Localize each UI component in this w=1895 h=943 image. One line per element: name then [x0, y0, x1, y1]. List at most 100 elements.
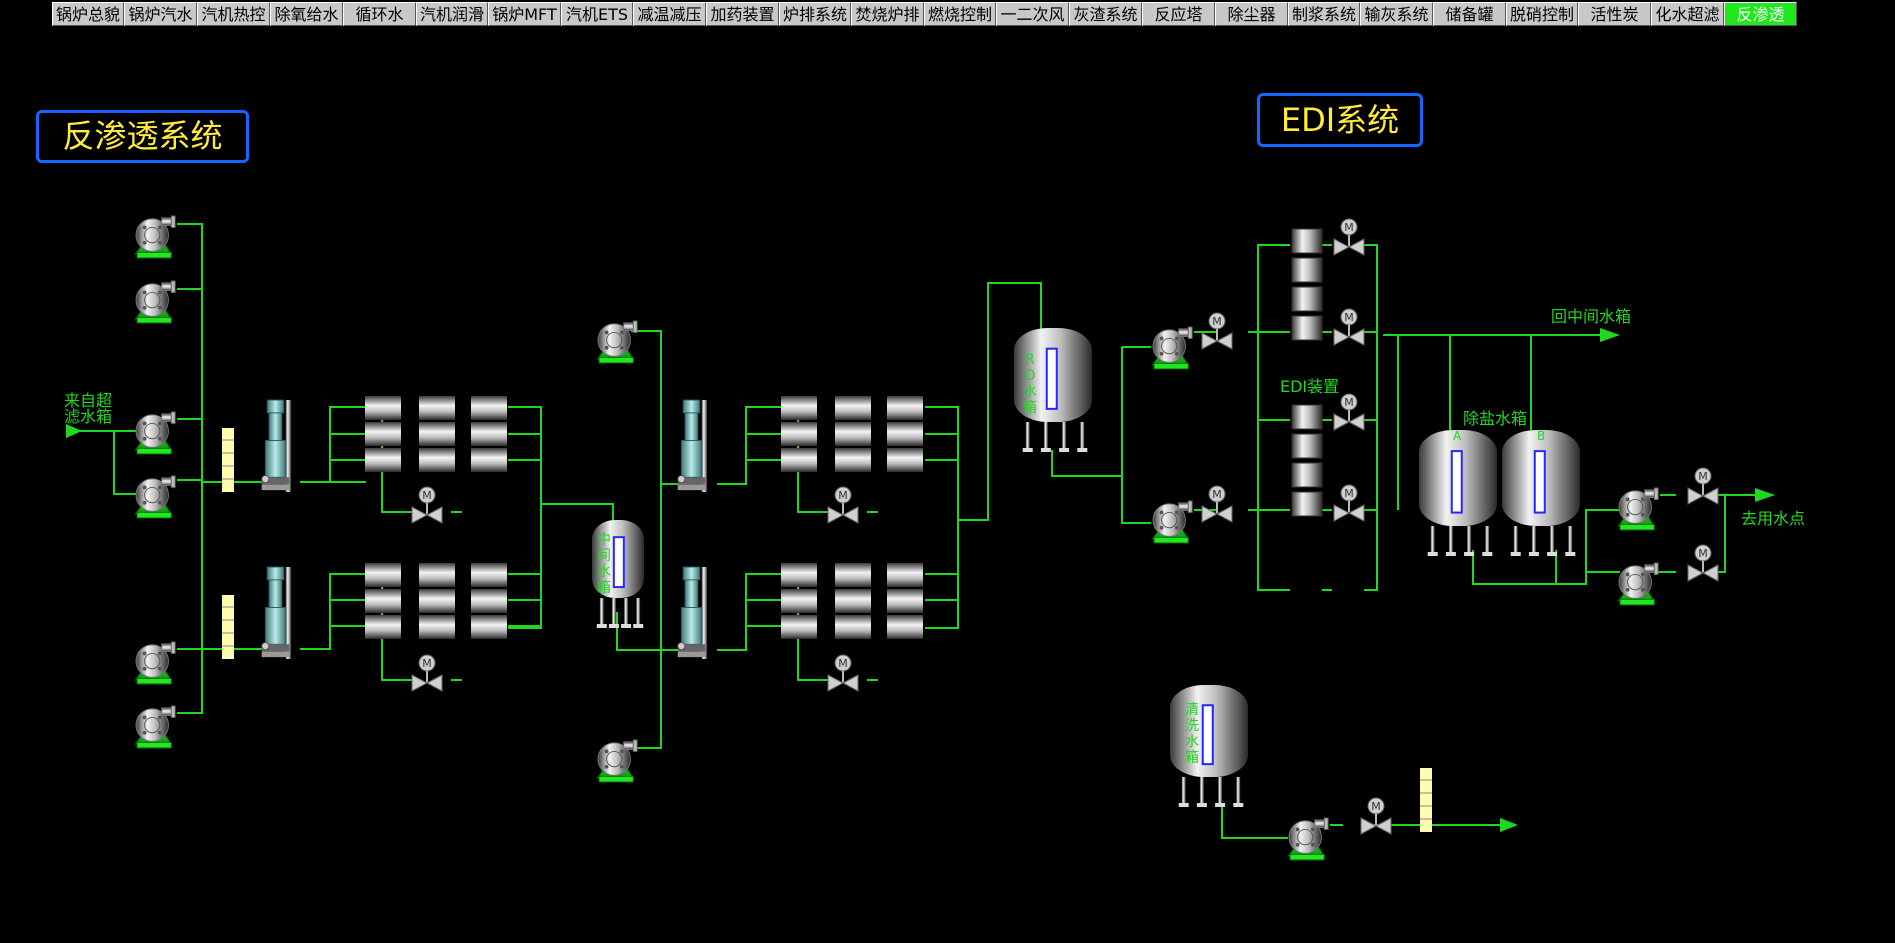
level-gauge — [1450, 450, 1463, 514]
ro-membrane-icon-2-2-0 — [781, 448, 817, 472]
cleaning-water-tank-label-char: 清 — [1185, 702, 1199, 718]
ro-membrane-icon-1-1-2 — [471, 589, 507, 613]
ro-membrane-icon-1-2-2 — [471, 615, 507, 639]
product-pump-icon-2[interactable] — [1287, 817, 1329, 861]
ro-membrane-icon-2-1-0 — [781, 422, 817, 446]
ro-membrane-icon-2-1-2 — [887, 422, 923, 446]
cleaning-water-tank — [1170, 685, 1248, 807]
level-gauge — [1533, 450, 1546, 514]
motor-valve-icon-11[interactable] — [1687, 544, 1719, 582]
ro-membrane-icon-0-2-2 — [471, 448, 507, 472]
edi-module-icon-0-2 — [1291, 286, 1323, 312]
level-gauge — [1201, 704, 1214, 766]
use-point-arrow — [1755, 488, 1775, 502]
edi-module-icon-1-0 — [1291, 404, 1323, 430]
ro-membrane-icon-1-2-1 — [419, 615, 455, 639]
ro-membrane-icon-3-2-1 — [835, 615, 871, 639]
ro-membrane-icon-0-1-0 — [365, 422, 401, 446]
feed-pump-icon-1[interactable] — [134, 280, 176, 324]
cartridge-filter-icon-0 — [221, 427, 235, 493]
desalted-tank-b — [1502, 430, 1580, 556]
motor-valve-icon-1[interactable] — [411, 654, 443, 692]
ro-membrane-icon-2-1-1 — [835, 422, 871, 446]
motor-valve-icon-0[interactable] — [411, 486, 443, 524]
ro-water-tank-label-char: R — [1025, 352, 1035, 368]
motor-valve-icon-5[interactable] — [1201, 485, 1233, 523]
feed-pump-icon-4[interactable] — [134, 641, 176, 685]
ro-membrane-icon-2-0-0 — [781, 396, 817, 420]
edi-device-label: EDI装置 — [1280, 377, 1340, 396]
ro-membrane-icon-1-0-2 — [471, 563, 507, 587]
tank-a-label: A — [1453, 429, 1462, 443]
ro-membrane-icon-3-2-0 — [781, 615, 817, 639]
motor-valve-icon-7[interactable] — [1333, 308, 1365, 346]
intermediate-tank-label-char: 间 — [597, 548, 611, 564]
level-gauge — [1045, 347, 1058, 410]
ro-membrane-icon-0-0-2 — [471, 396, 507, 420]
ro-water-tank-label-char: 水 — [1023, 384, 1037, 400]
high-pressure-pump-icon-1[interactable] — [261, 566, 292, 660]
level-gauge — [612, 536, 625, 589]
cleaning-water-tank-label-char: 洗 — [1185, 718, 1199, 734]
edi-module-icon-0-1 — [1291, 257, 1323, 283]
cleaning-outlet-arrow — [1500, 818, 1518, 832]
ro-membrane-icon-3-1-0 — [781, 589, 817, 613]
edi-module-icon-1-2 — [1291, 462, 1323, 488]
ro-membrane-icon-1-1-0 — [365, 589, 401, 613]
return-arrow — [1600, 328, 1620, 342]
ro-membrane-icon-3-0-0 — [781, 563, 817, 587]
ro-membrane-icon-0-1-1 — [419, 422, 455, 446]
ro-membrane-icon-2-2-2 — [887, 448, 923, 472]
feed-pump-icon-3[interactable] — [134, 475, 176, 519]
ro-water-tank-label-char: O — [1024, 368, 1036, 384]
desalted-tank-a — [1419, 430, 1497, 556]
process-diagram: M — [66, 215, 1775, 861]
feed-pump-icon-0[interactable] — [134, 215, 176, 259]
feed-pump-icon-2[interactable] — [134, 411, 176, 455]
motor-valve-icon-3[interactable] — [827, 654, 859, 692]
ro-membrane-icon-0-0-0 — [365, 396, 401, 420]
return-intermediate-label: 回中间水箱 — [1551, 307, 1632, 326]
ro-membrane-icon-3-2-2 — [887, 615, 923, 639]
edi-module-icon-1-3 — [1291, 491, 1323, 517]
cleaning-water-tank-label-char: 水 — [1185, 734, 1199, 750]
ro-water-tank-label-char: 箱 — [1023, 400, 1037, 416]
motor-valve-icon-12[interactable] — [1360, 797, 1392, 835]
ro-membrane-icon-1-2-0 — [365, 615, 401, 639]
motor-valve-icon-10[interactable] — [1687, 467, 1719, 505]
motor-valve-icon-6[interactable] — [1333, 218, 1365, 256]
booster-pump-icon-0[interactable] — [596, 320, 638, 364]
booster-pump-icon-1[interactable] — [596, 739, 638, 783]
intermediate-tank-label-char: 中 — [597, 532, 611, 548]
high-pressure-pump-icon-0[interactable] — [261, 399, 292, 493]
ro-membrane-icon-0-0-1 — [419, 396, 455, 420]
high-pressure-pump-icon-2[interactable] — [677, 399, 708, 493]
motor-valve-icon-2[interactable] — [827, 486, 859, 524]
to-use-point-label: 去用水点 — [1741, 509, 1806, 528]
ro-membrane-icon-2-2-1 — [835, 448, 871, 472]
ro-membrane-icon-3-1-1 — [835, 589, 871, 613]
motor-valve-icon-9[interactable] — [1333, 484, 1365, 522]
feed-pump-icon-5[interactable] — [134, 705, 176, 749]
product-pump-icon-0[interactable] — [1617, 487, 1659, 531]
ro-membrane-icon-2-0-2 — [887, 396, 923, 420]
intermediate-tank-label-char: 箱 — [597, 580, 611, 596]
tank-b-label: B — [1537, 429, 1546, 443]
ro-membrane-icon-3-1-2 — [887, 589, 923, 613]
edi-pump-icon-1[interactable] — [1151, 500, 1193, 544]
inlet-label-2: 滤水箱 — [64, 407, 113, 426]
ro-membrane-icon-1-0-0 — [365, 563, 401, 587]
edi-module-icon-0-3 — [1291, 315, 1323, 341]
desalted-tank-label: 除盐水箱 — [1463, 409, 1528, 428]
high-pressure-pump-icon-3[interactable] — [677, 566, 708, 660]
intermediate-tank-label-char: 水 — [597, 564, 611, 580]
ro-membrane-icon-3-0-2 — [887, 563, 923, 587]
edi-module-icon-0-0 — [1291, 228, 1323, 254]
motor-valve-icon-8[interactable] — [1333, 393, 1365, 431]
edi-pump-icon-0[interactable] — [1151, 326, 1193, 370]
cartridge-filter-icon-2 — [1419, 767, 1433, 833]
ro-membrane-icon-0-2-1 — [419, 448, 455, 472]
cartridge-filter-icon-1 — [221, 594, 235, 660]
ro-membrane-icon-2-0-1 — [835, 396, 871, 420]
product-pump-icon-1[interactable] — [1617, 562, 1659, 606]
